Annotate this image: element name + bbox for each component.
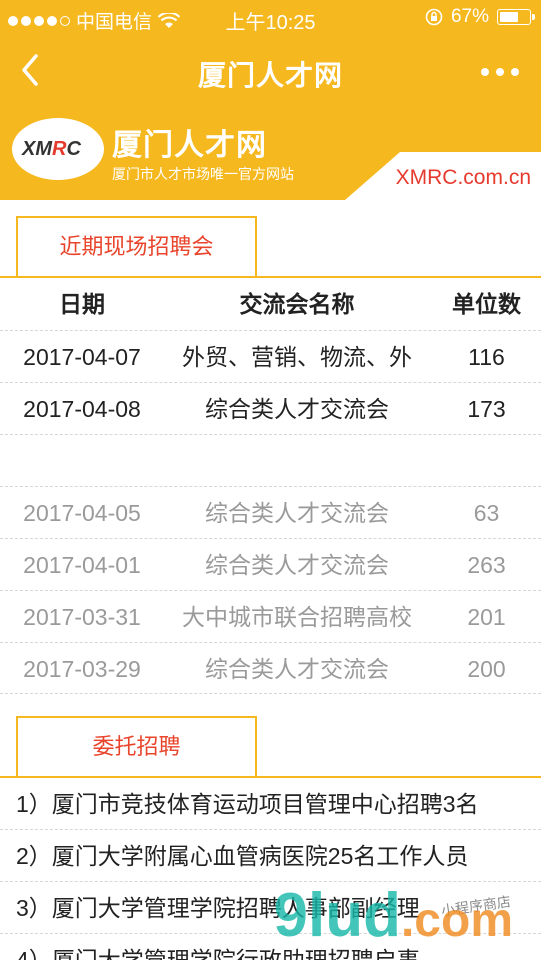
row-date: 2017-04-07: [23, 344, 141, 370]
header-name: 交流会名称: [239, 291, 355, 317]
row-date: 2017-04-01: [23, 552, 141, 578]
banner-slogan: 厦门市人才市场唯一官方网站: [112, 166, 294, 182]
battery-fill: [500, 12, 518, 22]
watermark-com: .com: [400, 894, 513, 947]
row-date: 2017-03-31: [23, 604, 141, 630]
row-date: 2017-03-29: [23, 656, 141, 682]
list-item[interactable]: 1）厦门市竞技体育运动项目管理中心招聘3名: [0, 778, 541, 830]
table-row[interactable]: 2017-04-08 综合类人才交流会 173: [0, 382, 541, 434]
logo-icon: XMRC: [12, 118, 104, 180]
logo-mark: XMRC: [22, 138, 81, 161]
table-row[interactable]: 2017-04-05 综合类人才交流会 63: [0, 486, 541, 538]
row-name: 综合类人才交流会: [205, 656, 389, 682]
more-dots-icon: [481, 68, 489, 76]
table-row[interactable]: 2017-04-01 综合类人才交流会 263: [0, 538, 541, 590]
tab-recent-fairs[interactable]: 近期现场招聘会: [16, 216, 257, 276]
row-count: 201: [467, 604, 506, 630]
row-count: 263: [467, 552, 506, 578]
row-name: 综合类人才交流会: [205, 500, 389, 526]
battery-icon: [497, 9, 535, 25]
list-item[interactable]: 2）厦门大学附属心血管病医院25名工作人员: [0, 830, 541, 882]
status-right: 67%: [425, 6, 535, 28]
logo-letter-x: X: [22, 138, 36, 160]
row-date: 2017-04-08: [23, 396, 141, 422]
rotation-lock-icon: [425, 8, 443, 26]
table-row-empty: [0, 434, 541, 486]
status-bar: 中国电信 上午10:25 67%: [0, 0, 541, 36]
logo-letter-r: R: [52, 138, 67, 160]
table-row[interactable]: 2017-04-07 外贸、营销、物流、外 116: [0, 330, 541, 382]
row-date: 2017-04-05: [23, 500, 141, 526]
row-count: 200: [467, 656, 506, 682]
header-date: 日期: [59, 291, 105, 317]
row-name: 大中城市联合招聘高校: [182, 604, 412, 630]
nav-bar: 厦门人才网: [0, 36, 541, 106]
banner: XMRC 厦门人才网 厦门市人才市场唯一官方网站 XMRC.com.cn: [0, 106, 541, 200]
logo-letter-c: C: [66, 138, 81, 160]
tab-entrusted-recruitment[interactable]: 委托招聘: [16, 716, 257, 776]
table-row[interactable]: 2017-03-31 大中城市联合招聘高校 201: [0, 590, 541, 642]
row-count: 116: [468, 344, 505, 370]
battery-percent: 67%: [450, 6, 489, 27]
logo-letter-m: M: [35, 138, 53, 160]
banner-brand: 厦门人才网: [112, 129, 267, 162]
page-title: 厦门人才网: [197, 60, 343, 91]
watermark-main: 9lud: [273, 881, 401, 950]
row-name: 综合类人才交流会: [205, 552, 389, 578]
row-name: 外贸、营销、物流、外: [182, 344, 412, 370]
banner-site: XMRC.com.cn: [395, 166, 531, 189]
row-count: 63: [473, 500, 500, 526]
table-row[interactable]: 2017-03-29 综合类人才交流会 200: [0, 642, 541, 694]
row-name: 综合类人才交流会: [205, 396, 389, 422]
more-button[interactable]: [481, 68, 519, 76]
table-header: 日期 交流会名称 单位数: [0, 278, 541, 330]
watermark: 9lud.com: [274, 880, 513, 951]
row-count: 173: [467, 396, 506, 422]
header-count: 单位数: [452, 291, 521, 317]
